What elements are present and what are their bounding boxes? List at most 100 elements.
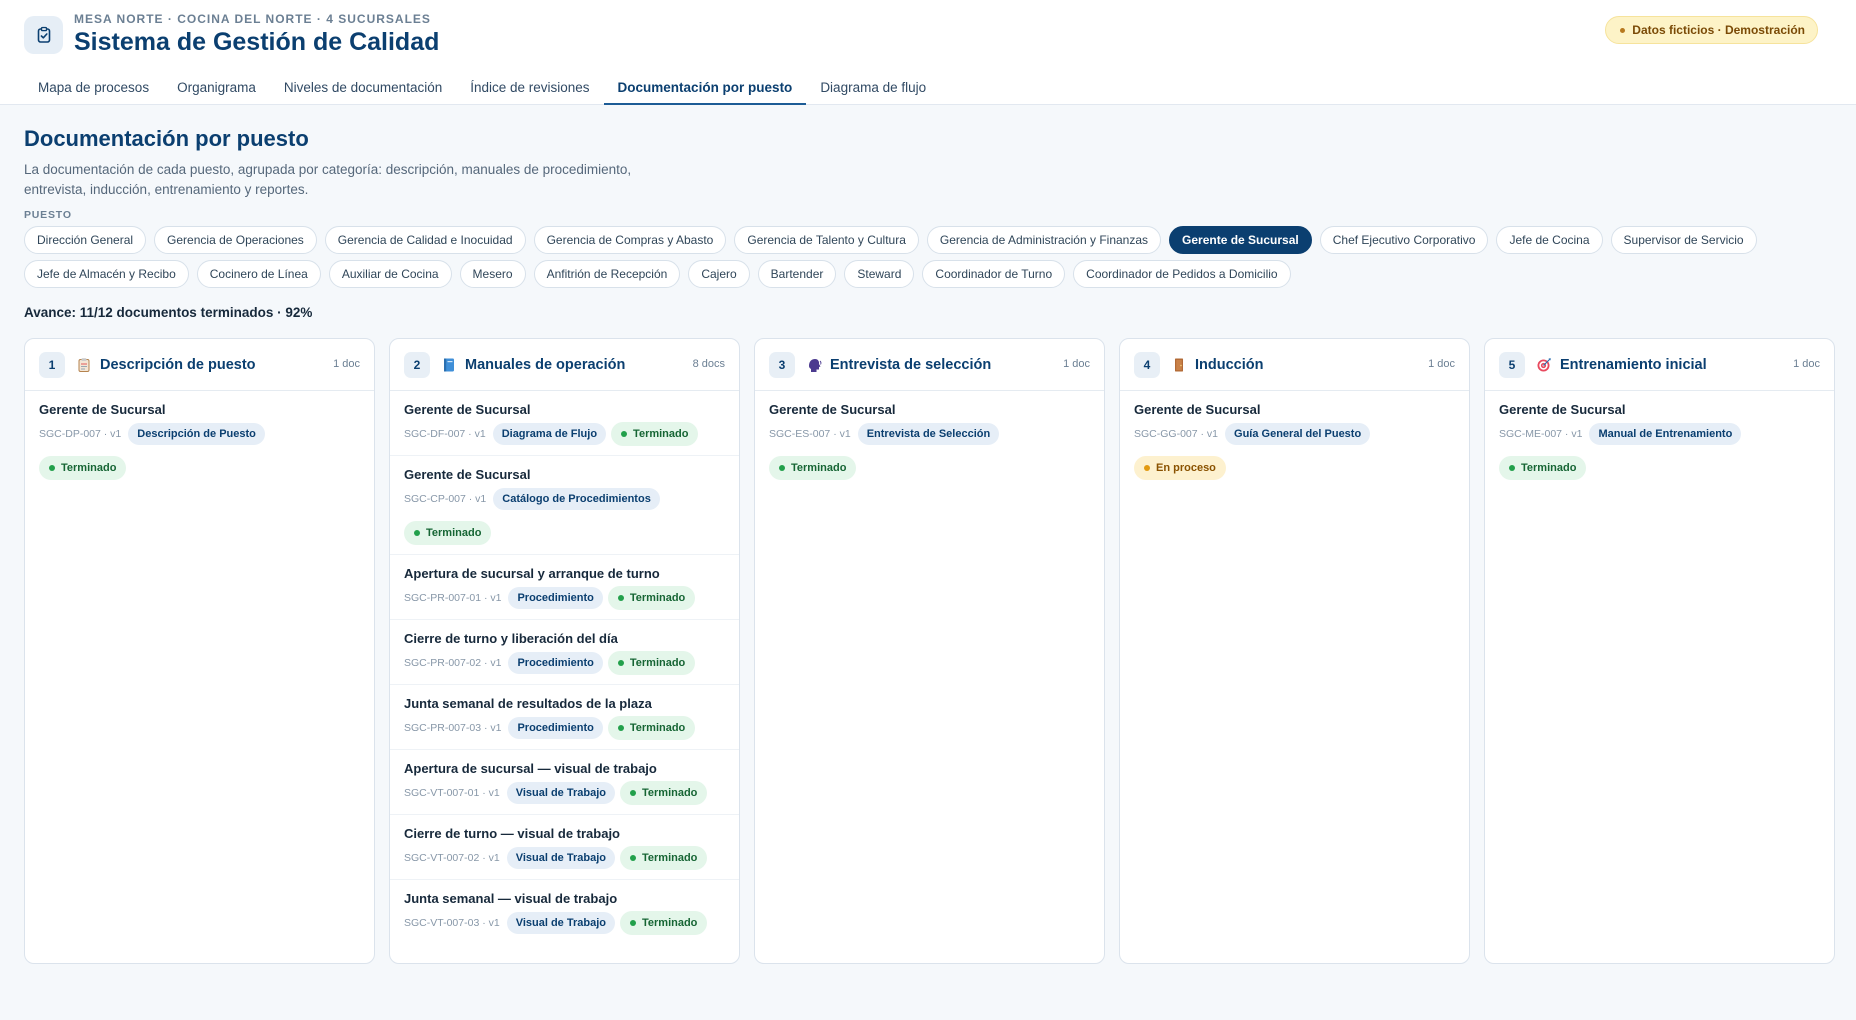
document-meta: SGC-VT-007-03 · v1 Visual de Trabajo Termi… — [404, 911, 725, 935]
puesto-chip-chef-ejecutivo-corporativo[interactable]: Chef Ejecutivo Corporativo — [1319, 226, 1489, 254]
document-item[interactable]: Cierre de turno y liberación del día SGC-… — [390, 620, 739, 685]
status-badge: En proceso — [1134, 456, 1226, 480]
badge-dot-icon — [1620, 27, 1626, 33]
status-badge: Terminado — [1499, 456, 1587, 480]
document-type-tag: Entrevista de Selección — [857, 423, 1000, 445]
status-dot-icon — [629, 790, 636, 796]
document-item[interactable]: Gerente de Sucursal SGC-DP-007 · v1 Descri… — [25, 391, 374, 489]
document-item[interactable]: Gerente de Sucursal SGC-ES-007 · v1 Entrev… — [755, 391, 1104, 489]
column-header: 2 Manuales de operación 8 docs — [390, 339, 739, 391]
puesto-chip-gerencia-de-administracion-y-finanzas[interactable]: Gerencia de Administración y Finanzas — [926, 226, 1162, 254]
puesto-chip-cocinero-de-linea[interactable]: Cocinero de Línea — [196, 260, 321, 288]
puesto-chip-gerencia-de-talento-y-cultura[interactable]: Gerencia de Talento y Cultura — [734, 226, 919, 254]
document-meta: SGC-VT-007-02 · v1 Visual de Trabajo Termi… — [404, 846, 725, 870]
status-label: Terminado — [641, 852, 698, 864]
demo-data-badge: Datos ficticios · Demostración — [1605, 16, 1818, 44]
tab-niveles-de-documentacion[interactable]: Niveles de documentación — [270, 70, 456, 105]
puesto-chip-anfitrion-de-recepcion[interactable]: Anfitrión de Recepción — [533, 260, 681, 288]
document-meta: SGC-VT-007-01 · v1 Visual de Trabajo Termi… — [404, 781, 725, 805]
status-label: Terminado — [61, 462, 117, 474]
status-badge: Terminado — [607, 651, 696, 675]
tab-documentacion-por-puesto[interactable]: Documentación por puesto — [603, 70, 807, 105]
status-label: Terminado — [641, 787, 698, 799]
document-title: Apertura de sucursal y arranque de turno — [404, 566, 660, 581]
document-type-tag: Diagrama de Flujo — [492, 423, 607, 445]
document-code: SGC-PR-007-02 · v1 — [404, 657, 502, 669]
tab-diagrama-de-flujo[interactable]: Diagrama de flujo — [806, 70, 940, 105]
document-code: SGC-VT-007-01 · v1 — [404, 787, 500, 799]
document-code: SGC-DF-007 · v1 — [404, 428, 486, 440]
column-number: 3 — [769, 351, 795, 378]
document-meta: SGC-PR-007-02 · v1 Procedimiento Terminado — [404, 651, 725, 675]
document-meta: SGC-ES-007 · v1 Entrevista de Selección Te… — [769, 422, 1090, 480]
document-code: SGC-GG-007 · v1 — [1134, 428, 1219, 440]
puesto-chip-gerencia-de-operaciones[interactable]: Gerencia de Operaciones — [154, 226, 317, 254]
puesto-chip-coordinador-de-turno[interactable]: Coordinador de Turno — [922, 260, 1066, 288]
tab-mapa-de-procesos[interactable]: Mapa de procesos — [24, 70, 163, 105]
column-doc-count: 8 docs — [692, 358, 725, 370]
document-item[interactable]: Apertura de sucursal y arranque de turno… — [390, 555, 739, 620]
column-doc-count: 1 doc — [333, 358, 360, 370]
document-code: SGC-PR-007-03 · v1 — [404, 722, 502, 734]
category-column-descripcion-de-puesto: 1 Descripción de puesto 1 doc Gerente de Su… — [24, 338, 375, 964]
document-type-tag: Visual de Trabajo — [506, 847, 615, 869]
puesto-chip-jefe-de-cocina[interactable]: Jefe de Cocina — [1496, 226, 1603, 254]
status-badge: Terminado — [404, 521, 492, 545]
document-code: SGC-PR-007-01 · v1 — [404, 592, 502, 604]
document-type-tag: Catálogo de Procedimientos — [493, 488, 660, 510]
document-title: Gerente de Sucursal — [404, 467, 531, 482]
status-badge: Terminado — [607, 716, 696, 740]
demo-badge-label: Datos ficticios · Demostración — [1632, 23, 1805, 37]
puesto-chip-mesero[interactable]: Mesero — [459, 260, 526, 288]
clipboard-check-icon — [24, 16, 63, 54]
document-type-tag: Visual de Trabajo — [506, 912, 615, 934]
column-header: 1 Descripción de puesto 1 doc — [25, 339, 374, 391]
puesto-chip-jefe-de-almacen-y-recibo[interactable]: Jefe de Almacén y Recibo — [24, 260, 189, 288]
tab-indice-de-revisiones[interactable]: Índice de revisiones — [456, 70, 603, 105]
status-badge: Terminado — [611, 422, 699, 446]
status-dot-icon — [621, 431, 628, 437]
column-title: Descripción de puesto — [100, 356, 256, 373]
document-item[interactable]: Cierre de turno — visual de trabajo SGC-V… — [390, 815, 739, 880]
column-number: 5 — [1499, 351, 1525, 378]
puesto-chip-gerente-de-sucursal[interactable]: Gerente de Sucursal — [1169, 226, 1312, 254]
clipboard-icon — [75, 356, 93, 374]
puesto-chip-steward[interactable]: Steward — [844, 260, 915, 288]
status-badge: Terminado — [619, 911, 708, 935]
status-label: En proceso — [1156, 462, 1216, 474]
top-bar: MESA NORTE · COCINA DEL NORTE · 4 SUCURS… — [0, 0, 1856, 105]
document-meta: SGC-PR-007-03 · v1 Procedimiento Terminado — [404, 716, 725, 740]
document-meta: SGC-DP-007 · v1 Descripción de Puesto Term… — [39, 422, 360, 480]
puesto-chip-cajero[interactable]: Cajero — [688, 260, 750, 288]
puesto-chip-gerencia-de-calidad-e-inocuidad[interactable]: Gerencia de Calidad e Inocuidad — [324, 226, 526, 254]
document-item[interactable]: Gerente de Sucursal SGC-CP-007 · v1 Catálo… — [390, 456, 739, 555]
status-label: Terminado — [633, 428, 689, 440]
puesto-chip-auxiliar-de-cocina[interactable]: Auxiliar de Cocina — [328, 260, 452, 288]
status-dot-icon — [617, 595, 624, 601]
document-code: SGC-ME-007 · v1 — [1499, 428, 1583, 440]
document-item[interactable]: Gerente de Sucursal SGC-DF-007 · v1 Diagra… — [390, 391, 739, 456]
category-column-induccion: 4 Inducción 1 doc Gerente de Sucursal SGC-GG… — [1119, 338, 1470, 964]
status-label: Terminado — [629, 592, 686, 604]
document-type-tag: Guía General del Puesto — [1225, 423, 1371, 445]
column-title: Inducción — [1195, 356, 1264, 373]
status-badge: Terminado — [619, 846, 708, 870]
status-dot-icon — [617, 725, 624, 731]
puesto-chip-supervisor-de-servicio[interactable]: Supervisor de Servicio — [1610, 226, 1757, 254]
page-description: La documentación de cada puesto, agrupad… — [24, 162, 632, 197]
document-item[interactable]: Junta semanal — visual de trabajo SGC-VT-… — [390, 880, 739, 944]
puesto-chip-gerencia-de-compras-y-abasto[interactable]: Gerencia de Compras y Abasto — [533, 226, 727, 254]
column-title: Entrenamiento inicial — [1560, 356, 1707, 373]
puesto-chip-coordinador-de-pedidos-a-domicilio[interactable]: Coordinador de Pedidos a Domicilio — [1073, 260, 1291, 288]
document-item[interactable]: Gerente de Sucursal SGC-ME-007 · v1 Manual… — [1485, 391, 1834, 489]
tab-organigrama[interactable]: Organigrama — [163, 70, 270, 105]
document-item[interactable]: Apertura de sucursal — visual de trabajo… — [390, 750, 739, 815]
document-title: Gerente de Sucursal — [1499, 402, 1626, 417]
puesto-chip-direccion-general[interactable]: Dirección General — [24, 226, 147, 254]
document-item[interactable]: Gerente de Sucursal SGC-GG-007 · v1 Guía G… — [1120, 391, 1469, 489]
document-item[interactable]: Junta semanal de resultados de la plaza S… — [390, 685, 739, 750]
status-badge: Terminado — [619, 781, 708, 805]
puesto-chip-bartender[interactable]: Bartender — [757, 260, 837, 288]
document-type-tag: Manual de Entrenamiento — [1589, 423, 1742, 445]
status-dot-icon — [49, 465, 55, 471]
